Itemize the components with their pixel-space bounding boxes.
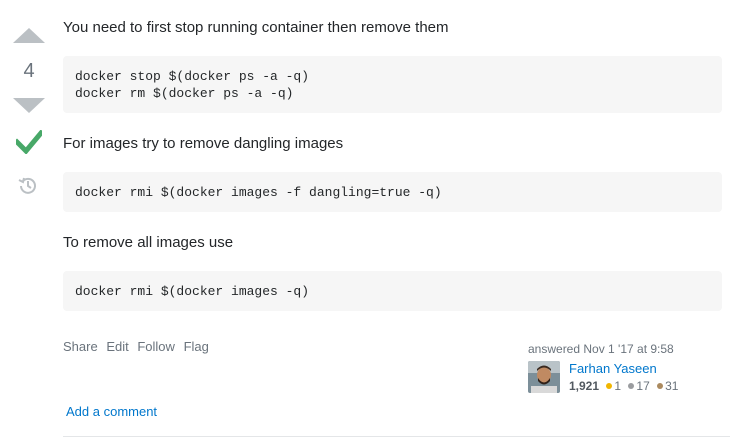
upvote-arrow-icon[interactable] — [13, 28, 45, 43]
code-block: docker rmi $(docker images -f dangling=t… — [63, 172, 722, 212]
edit-link[interactable]: Edit — [106, 339, 128, 354]
silver-badge: 17 — [628, 379, 650, 393]
reputation-row: 1,921 1 17 31 — [569, 379, 682, 393]
flag-link[interactable]: Flag — [184, 339, 209, 354]
silver-badge-icon — [628, 383, 635, 389]
code-line: docker rmi $(docker images -f dangling=t… — [75, 185, 442, 200]
bronze-badge: 31 — [657, 379, 678, 393]
code-line: docker stop $(docker ps -a -q) — [75, 69, 310, 84]
reputation-score: 1,921 — [569, 379, 600, 393]
vote-count: 4 — [23, 60, 35, 82]
avatar[interactable] — [528, 361, 560, 393]
code-block: docker stop $(docker ps -a -q) docker rm… — [63, 56, 722, 113]
code-line: docker rm $(docker ps -a -q) — [75, 86, 294, 101]
gold-badge-icon — [606, 383, 613, 389]
answer-paragraph: You need to first stop running container… — [63, 19, 449, 36]
history-icon[interactable] — [18, 175, 38, 195]
answer-paragraph: For images try to remove dangling images — [63, 135, 344, 152]
accepted-check-icon — [16, 130, 42, 154]
add-comment-link[interactable]: Add a comment — [66, 404, 157, 419]
silver-badge-count: 17 — [636, 379, 650, 393]
divider — [63, 436, 730, 437]
gold-badge-count: 1 — [614, 379, 622, 393]
bronze-badge-count: 31 — [665, 379, 679, 393]
code-block: docker rmi $(docker images -q) — [63, 271, 722, 311]
code-line: docker rmi $(docker images -q) — [75, 284, 310, 299]
downvote-arrow-icon[interactable] — [13, 98, 45, 113]
post-menu: Share Edit Follow Flag — [63, 339, 214, 354]
user-name-link[interactable]: Farhan Yaseen — [569, 361, 657, 376]
bronze-badge-icon — [657, 383, 664, 389]
answer-paragraph: To remove all images use — [63, 234, 234, 251]
share-link[interactable]: Share — [63, 339, 98, 354]
follow-link[interactable]: Follow — [137, 339, 175, 354]
answered-timestamp: answered Nov 1 '17 at 9:58 — [528, 342, 674, 356]
user-signature: answered Nov 1 '17 at 9:58 Farhan Yaseen… — [528, 342, 718, 393]
gold-badge: 1 — [606, 379, 621, 393]
